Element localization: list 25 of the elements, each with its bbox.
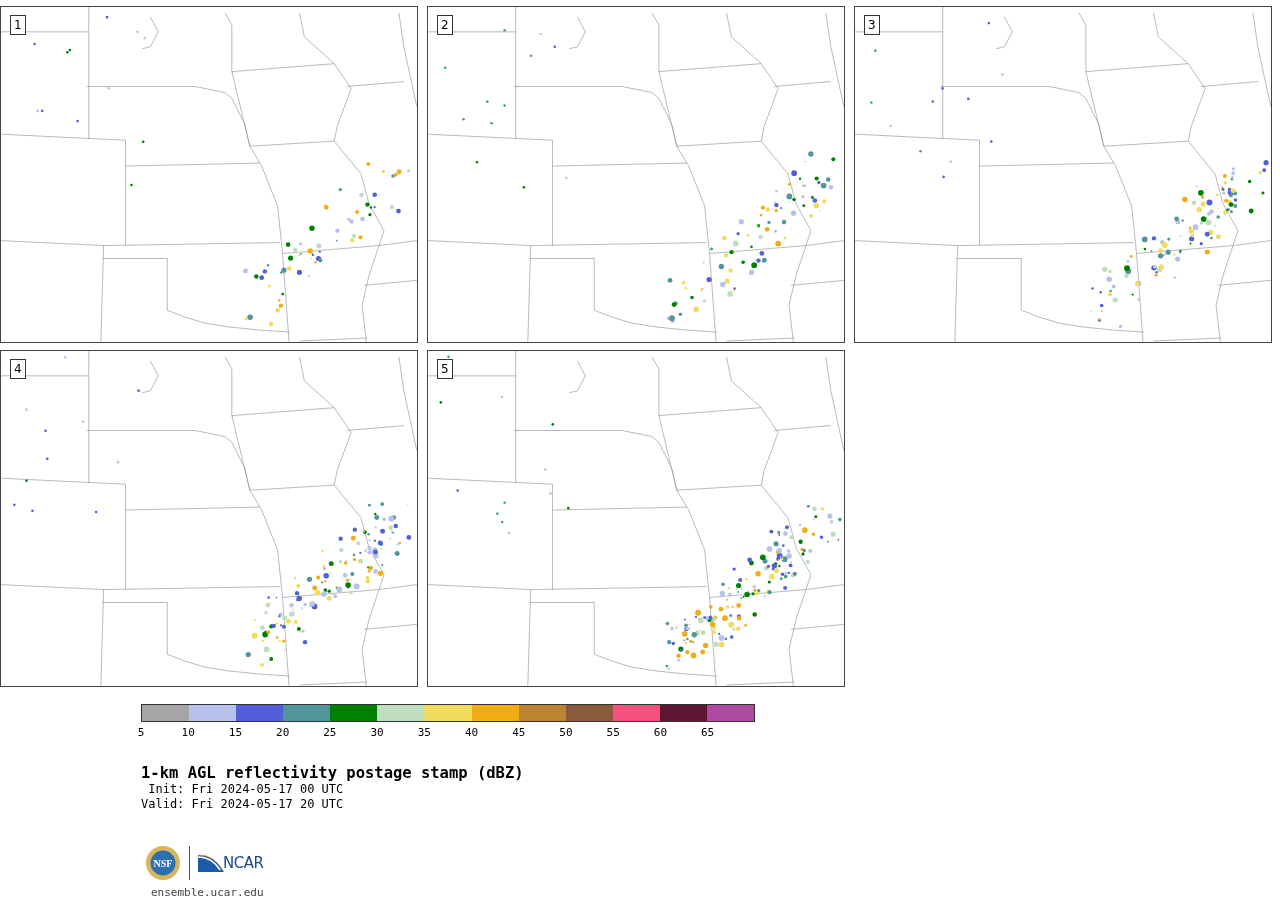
site-url: ensemble.ucar.edu bbox=[150, 886, 265, 899]
tick-label: 50 bbox=[559, 726, 573, 739]
tick-label: 10 bbox=[181, 726, 195, 739]
logo-text: NCAR bbox=[223, 854, 264, 872]
tick-label: 35 bbox=[417, 726, 431, 739]
tick-label: 45 bbox=[512, 726, 526, 739]
tick-label: 20 bbox=[276, 726, 290, 739]
plot-title: 1-km AGL reflectivity postage stamp (dBZ) bbox=[141, 764, 525, 782]
tick-label: 5 bbox=[137, 726, 145, 739]
panel-number: 3 bbox=[864, 15, 880, 35]
arc-logo-icon bbox=[198, 853, 224, 873]
tick-label: 55 bbox=[606, 726, 620, 739]
tick-label: 30 bbox=[370, 726, 384, 739]
init-time: Init: Fri 2024-05-17 00 UTC bbox=[147, 782, 345, 797]
tick-label: 65 bbox=[701, 726, 715, 739]
panel-number: 4 bbox=[10, 359, 26, 379]
tick-label: 15 bbox=[228, 726, 243, 739]
seal-logo-icon: NSF bbox=[145, 845, 181, 881]
valid-time: Valid: Fri 2024-05-17 20 UTC bbox=[141, 797, 345, 812]
tick-label: 60 bbox=[653, 726, 668, 739]
tick-label: 40 bbox=[464, 726, 479, 739]
panel-number: 1 bbox=[10, 15, 26, 35]
tick-label: 25 bbox=[323, 726, 337, 739]
panel-number: 5 bbox=[437, 359, 453, 379]
panel-number: 2 bbox=[437, 15, 453, 35]
